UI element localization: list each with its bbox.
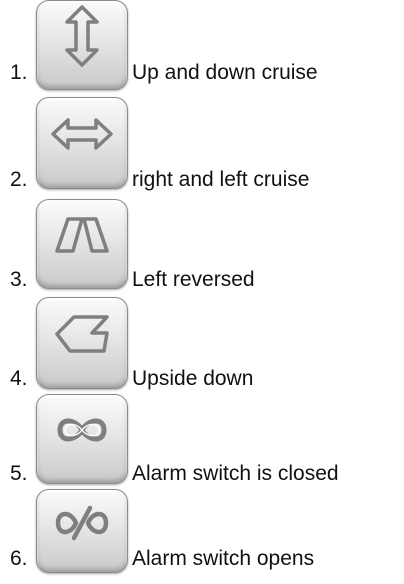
upside-down-button[interactable] — [36, 297, 128, 389]
item-number: 6. — [10, 547, 28, 570]
right-left-cruise-button[interactable] — [36, 97, 128, 189]
list-item: 3. Left reversed — [0, 199, 404, 294]
list-item: 4. Upside down — [0, 297, 404, 392]
item-number: 1. — [10, 61, 28, 84]
item-number: 3. — [10, 268, 28, 291]
item-number: 5. — [10, 462, 28, 485]
item-number: 2. — [10, 168, 28, 191]
list-item: 1. Up and down cruise — [0, 0, 404, 95]
list-item: 5. Alarm switch is closed — [0, 394, 404, 489]
horizontal-double-arrow-icon — [51, 118, 113, 150]
alarm-switch-closed-button[interactable] — [36, 394, 128, 484]
list-item: 2. right and left cruise — [0, 97, 404, 192]
left-reversed-button[interactable] — [36, 199, 128, 289]
item-label: Left reversed — [132, 268, 255, 291]
alarm-switch-opens-button[interactable] — [36, 489, 128, 573]
item-number: 4. — [10, 367, 28, 390]
up-down-cruise-button[interactable] — [36, 0, 128, 90]
item-label: Upside down — [132, 367, 254, 390]
trapezoid-flip-icon — [55, 217, 109, 253]
item-label: Alarm switch opens — [132, 547, 315, 570]
split-loop-icon — [55, 505, 109, 541]
list-item: 6. Alarm switch opens — [0, 489, 404, 584]
infinity-loop-icon — [57, 418, 107, 442]
vertical-double-arrow-icon — [65, 5, 99, 67]
item-label: right and left cruise — [132, 168, 310, 191]
item-label: Up and down cruise — [132, 61, 318, 84]
item-label: Alarm switch is closed — [132, 462, 339, 485]
chevron-left-flag-icon — [55, 315, 109, 353]
